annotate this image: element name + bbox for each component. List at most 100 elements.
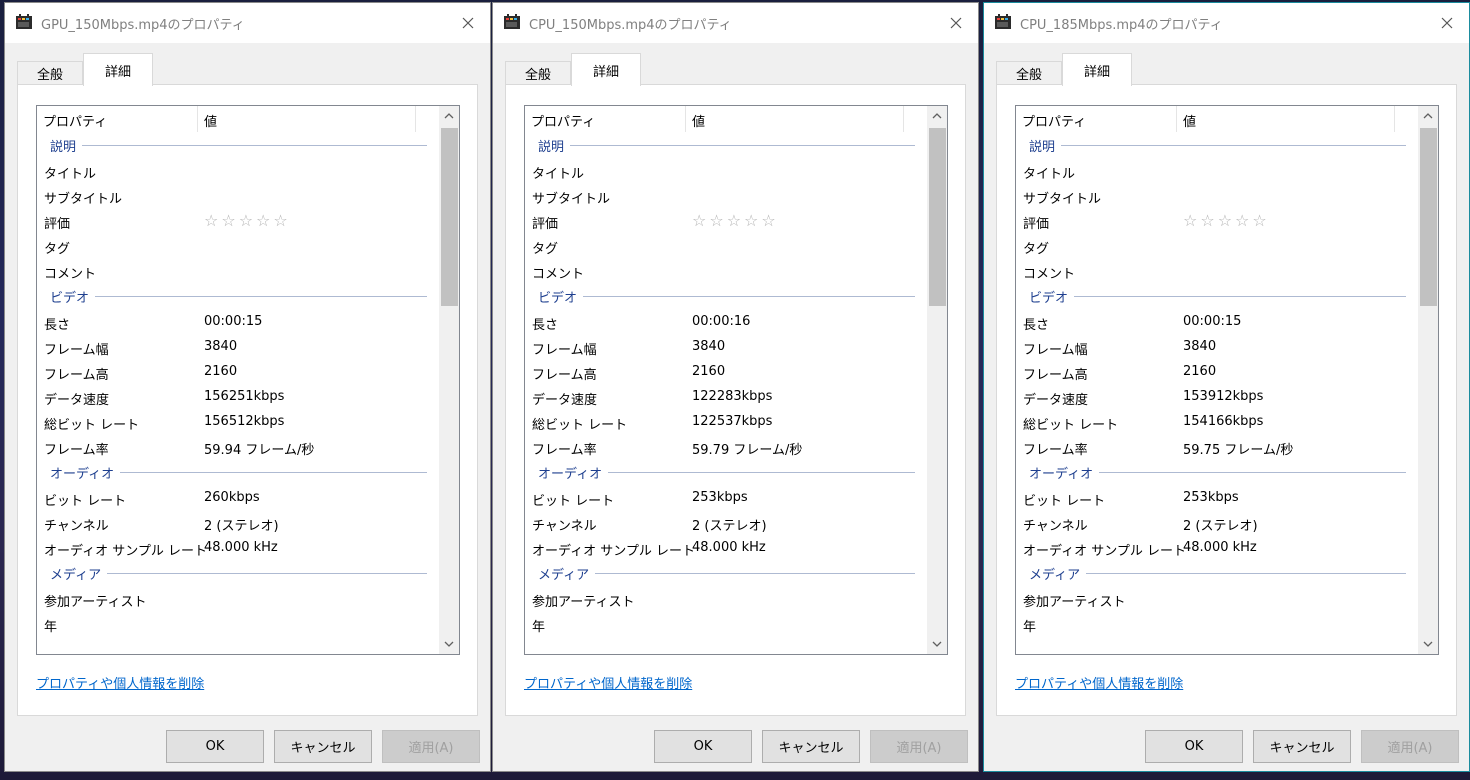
column-header-value[interactable]: 値 [1183, 111, 1196, 130]
tab-general[interactable]: 全般 [996, 61, 1062, 85]
rating-stars[interactable]: ☆☆☆☆☆ [1183, 211, 1270, 230]
property-row[interactable]: フレーム率 59.94 フレーム/秒 [37, 435, 439, 460]
remove-properties-link[interactable]: プロパティや個人情報を削除 [524, 673, 692, 692]
property-row[interactable]: フレーム幅 3840 [37, 335, 439, 360]
property-row[interactable]: コメント [37, 259, 439, 284]
property-row[interactable]: タイトル [37, 159, 439, 184]
apply-button[interactable]: 適用(A) [870, 730, 968, 763]
property-row[interactable]: フレーム高 2160 [525, 360, 927, 385]
vertical-scrollbar[interactable] [1418, 106, 1438, 654]
column-header-value[interactable]: 値 [692, 111, 705, 130]
scroll-down-button[interactable] [927, 634, 947, 654]
property-row[interactable]: 年 [37, 612, 439, 637]
column-divider[interactable] [415, 106, 416, 132]
property-row[interactable]: 総ビット レート 154166kbps [1016, 410, 1418, 435]
property-list[interactable]: プロパティ 値 説明 タイトル サブタイトル 評価 ☆☆☆☆☆ タグ コメント ビデオ 長さ 00… [524, 105, 948, 655]
scroll-up-button[interactable] [439, 106, 459, 126]
property-row[interactable]: 長さ 00:00:15 [37, 310, 439, 335]
column-divider[interactable] [197, 106, 198, 132]
property-row[interactable]: データ速度 156251kbps [37, 385, 439, 410]
vertical-scrollbar[interactable] [439, 106, 459, 654]
property-row[interactable]: 評価 ☆☆☆☆☆ [525, 209, 927, 234]
scroll-down-button[interactable] [1418, 634, 1438, 654]
property-row[interactable]: 参加アーティスト [1016, 587, 1418, 612]
ok-button[interactable]: OK [166, 730, 264, 763]
column-header-value[interactable]: 値 [204, 111, 217, 130]
close-button[interactable] [934, 3, 978, 43]
property-row[interactable]: タイトル [1016, 159, 1418, 184]
property-row[interactable]: コメント [1016, 259, 1418, 284]
property-row[interactable]: フレーム幅 3840 [1016, 335, 1418, 360]
property-row[interactable]: チャンネル 2 (ステレオ) [37, 511, 439, 536]
property-row[interactable]: 参加アーティスト [525, 587, 927, 612]
cancel-button[interactable]: キャンセル [1253, 730, 1351, 763]
scroll-thumb[interactable] [1420, 128, 1437, 306]
scroll-down-button[interactable] [439, 634, 459, 654]
property-row[interactable]: オーディオ サンプル レート 48.000 kHz [37, 536, 439, 561]
property-row[interactable]: ビット レート 260kbps [37, 486, 439, 511]
property-list[interactable]: プロパティ 値 説明 タイトル サブタイトル 評価 ☆☆☆☆☆ タグ コメント ビデオ 長さ 00… [1015, 105, 1439, 655]
column-header-property[interactable]: プロパティ [43, 111, 107, 130]
property-row[interactable]: タグ [525, 234, 927, 259]
property-list[interactable]: プロパティ 値 説明 タイトル サブタイトル 評価 ☆☆☆☆☆ タグ コメント ビデオ 長さ 00… [36, 105, 460, 655]
column-divider[interactable] [1176, 106, 1177, 132]
column-divider[interactable] [903, 106, 904, 132]
property-row[interactable]: 長さ 00:00:16 [525, 310, 927, 335]
tab-details[interactable]: 詳細 [1062, 53, 1132, 86]
property-row[interactable]: データ速度 153912kbps [1016, 385, 1418, 410]
property-row[interactable]: オーディオ サンプル レート 48.000 kHz [1016, 536, 1418, 561]
property-row[interactable]: ビット レート 253kbps [1016, 486, 1418, 511]
column-divider[interactable] [685, 106, 686, 132]
scroll-up-button[interactable] [1418, 106, 1438, 126]
apply-button[interactable]: 適用(A) [382, 730, 480, 763]
title-bar[interactable]: GPU_150Mbps.mp4のプロパティ [5, 3, 490, 43]
property-row[interactable]: 年 [1016, 612, 1418, 637]
property-row[interactable]: 総ビット レート 122537kbps [525, 410, 927, 435]
column-divider[interactable] [1394, 106, 1395, 132]
column-header-property[interactable]: プロパティ [1022, 111, 1086, 130]
property-row[interactable]: サブタイトル [1016, 184, 1418, 209]
property-row[interactable]: 評価 ☆☆☆☆☆ [37, 209, 439, 234]
scroll-up-button[interactable] [927, 106, 947, 126]
rating-stars[interactable]: ☆☆☆☆☆ [692, 211, 779, 230]
property-row[interactable]: 参加アーティスト [37, 587, 439, 612]
apply-button[interactable]: 適用(A) [1361, 730, 1459, 763]
ok-button[interactable]: OK [1145, 730, 1243, 763]
property-row[interactable]: タグ [37, 234, 439, 259]
remove-properties-link[interactable]: プロパティや個人情報を削除 [1015, 673, 1183, 692]
property-row[interactable]: 総ビット レート 156512kbps [37, 410, 439, 435]
tab-details[interactable]: 詳細 [571, 53, 641, 86]
property-row[interactable]: データ速度 122283kbps [525, 385, 927, 410]
property-row[interactable]: フレーム幅 3840 [525, 335, 927, 360]
rating-stars[interactable]: ☆☆☆☆☆ [204, 211, 291, 230]
property-row[interactable]: フレーム高 2160 [37, 360, 439, 385]
title-bar[interactable]: CPU_150Mbps.mp4のプロパティ [493, 3, 978, 43]
cancel-button[interactable]: キャンセル [274, 730, 372, 763]
property-row[interactable]: チャンネル 2 (ステレオ) [525, 511, 927, 536]
property-row[interactable]: 評価 ☆☆☆☆☆ [1016, 209, 1418, 234]
property-row[interactable]: チャンネル 2 (ステレオ) [1016, 511, 1418, 536]
tab-general[interactable]: 全般 [505, 61, 571, 85]
title-bar[interactable]: CPU_185Mbps.mp4のプロパティ [984, 3, 1469, 43]
ok-button[interactable]: OK [654, 730, 752, 763]
tab-details[interactable]: 詳細 [83, 53, 153, 86]
property-row[interactable]: ビット レート 253kbps [525, 486, 927, 511]
property-row[interactable]: フレーム率 59.79 フレーム/秒 [525, 435, 927, 460]
scroll-thumb[interactable] [441, 128, 458, 306]
tab-general[interactable]: 全般 [17, 61, 83, 85]
remove-properties-link[interactable]: プロパティや個人情報を削除 [36, 673, 204, 692]
property-row[interactable]: 年 [525, 612, 927, 637]
property-row[interactable]: 長さ 00:00:15 [1016, 310, 1418, 335]
property-row[interactable]: タグ [1016, 234, 1418, 259]
column-header-property[interactable]: プロパティ [531, 111, 595, 130]
property-row[interactable]: サブタイトル [37, 184, 439, 209]
property-row[interactable]: タイトル [525, 159, 927, 184]
property-row[interactable]: サブタイトル [525, 184, 927, 209]
property-row[interactable]: オーディオ サンプル レート 48.000 kHz [525, 536, 927, 561]
close-button[interactable] [1425, 3, 1469, 43]
scroll-thumb[interactable] [929, 128, 946, 306]
property-row[interactable]: コメント [525, 259, 927, 284]
close-button[interactable] [446, 3, 490, 43]
vertical-scrollbar[interactable] [927, 106, 947, 654]
property-row[interactable]: フレーム率 59.75 フレーム/秒 [1016, 435, 1418, 460]
